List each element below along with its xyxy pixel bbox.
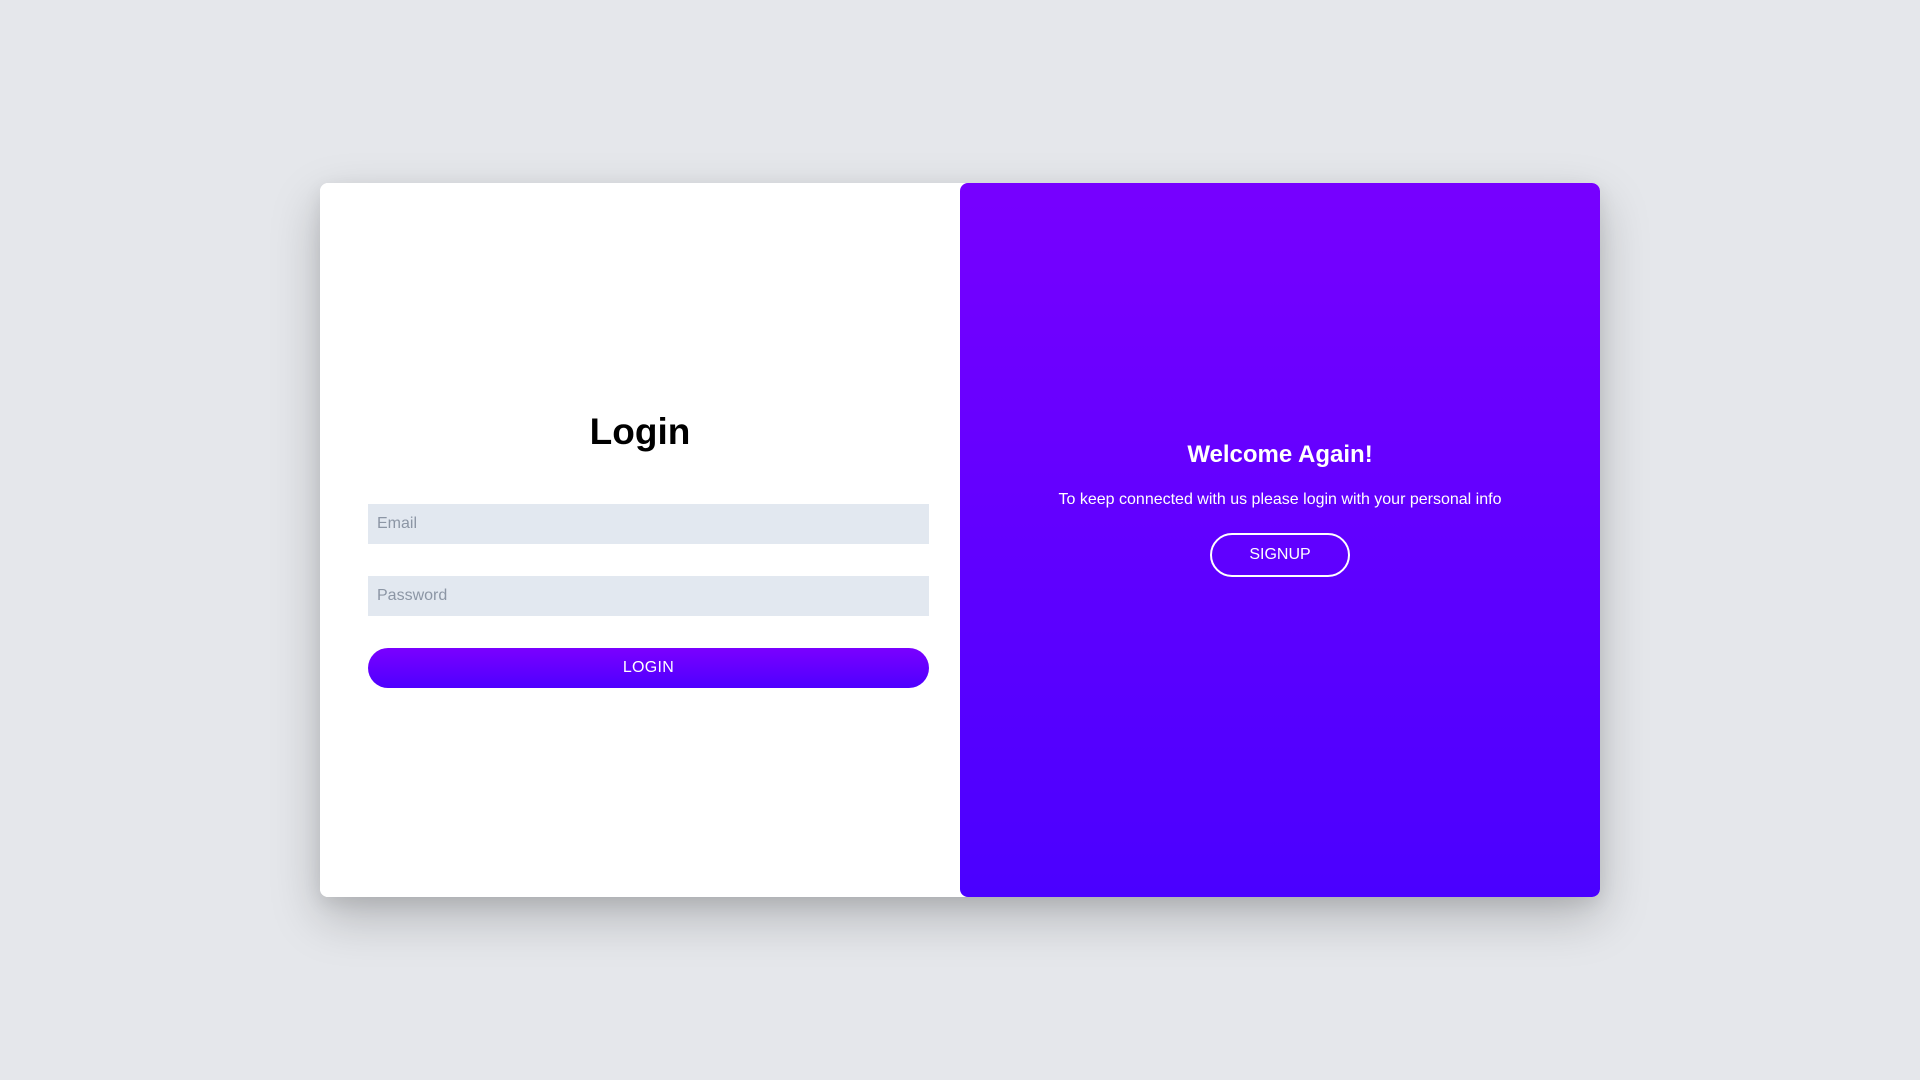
- welcome-title: Welcome Again!: [1187, 441, 1373, 468]
- login-button[interactable]: LOGIN: [368, 648, 929, 688]
- welcome-text: To keep connected with us please login w…: [1058, 491, 1502, 508]
- login-panel: Login LOGIN: [320, 183, 960, 897]
- email-field[interactable]: [368, 504, 929, 544]
- auth-card: Login LOGIN Welcome Again! To keep conne…: [320, 183, 1600, 897]
- signup-button[interactable]: SIGNUP: [1210, 533, 1350, 577]
- login-title: Login: [589, 411, 691, 452]
- welcome-panel: Welcome Again! To keep connected with us…: [960, 183, 1600, 897]
- password-field[interactable]: [368, 576, 929, 616]
